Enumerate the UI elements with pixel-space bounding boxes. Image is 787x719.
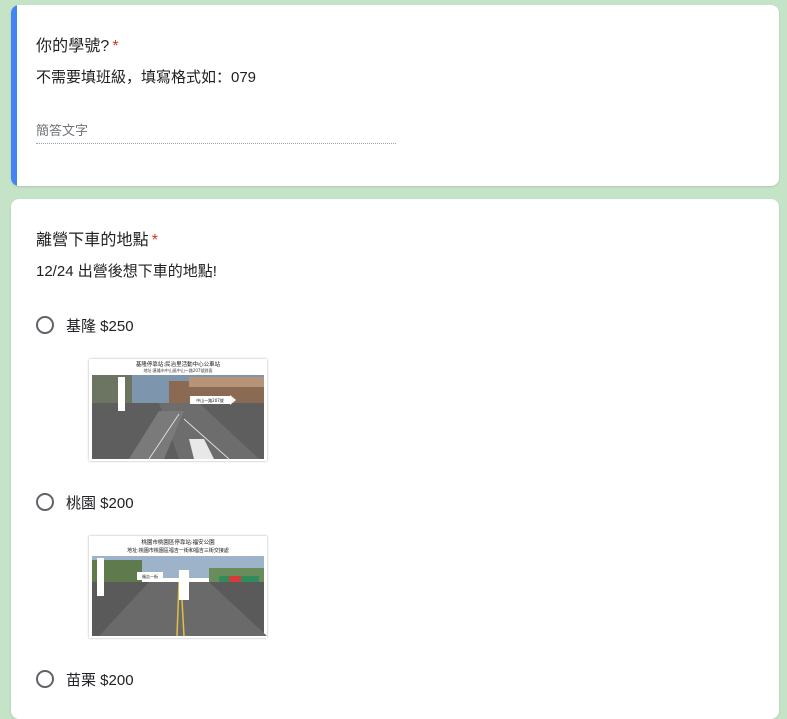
image-sign-text: 中山一路207號	[196, 397, 224, 403]
required-asterisk: *	[112, 38, 119, 55]
image-subcaption: 地址:基隆市中山區中山一路207號對面	[144, 367, 213, 373]
option-label: 基隆 $250	[66, 317, 134, 335]
question-title-text: 你的學號?	[36, 38, 110, 55]
option-label: 桃園 $200	[66, 494, 134, 512]
radio-button[interactable]	[36, 670, 54, 688]
radio-option-taoyuan[interactable]: 桃園 $200	[36, 490, 134, 514]
radio-button[interactable]	[36, 316, 54, 334]
question-title: 你的學號? *	[36, 32, 119, 56]
radio-button[interactable]	[36, 493, 54, 511]
question-title: 離營下車的地點 *	[36, 226, 158, 250]
short-answer-input[interactable]	[36, 118, 396, 144]
image-caption: 基隆停靠站:民治里活動中心公車站	[136, 360, 221, 368]
option-image-keelung: 基隆停靠站:民治里活動中心公車站 地址:基隆市中山區中山一路207號對面 中山一…	[89, 359, 267, 461]
radio-option-miaoli[interactable]: 苗栗 $200	[36, 667, 134, 691]
question-title-text: 離營下車的地點	[36, 232, 149, 249]
image-sign-text: 福吉一街	[142, 573, 158, 579]
image-caption: 桃園市桃園區停靠站:福安公園	[141, 538, 215, 546]
option-label: 苗栗 $200	[66, 671, 134, 689]
radio-option-keelung[interactable]: 基隆 $250	[36, 313, 134, 337]
option-image-taoyuan: 桃園市桃園區停靠站:福安公園 地址:桃園市桃園區福吉一街和福吉三街交接處 福吉一…	[89, 536, 267, 638]
question-description: 12/24 出營後想下車的地點!	[36, 263, 217, 280]
question-card-student-id: 你的學號? * 不需要填班級，填寫格式如：079	[11, 5, 779, 186]
question-card-dropoff-location: 離營下車的地點 * 12/24 出營後想下車的地點! 基隆 $250 基隆停靠站:…	[11, 199, 779, 719]
question-description: 不需要填班級，填寫格式如：079	[36, 69, 257, 86]
image-subcaption: 地址:桃園市桃園區福吉一街和福吉三街交接處	[127, 547, 229, 554]
focus-accent-bar	[11, 5, 17, 186]
required-asterisk: *	[151, 232, 159, 249]
